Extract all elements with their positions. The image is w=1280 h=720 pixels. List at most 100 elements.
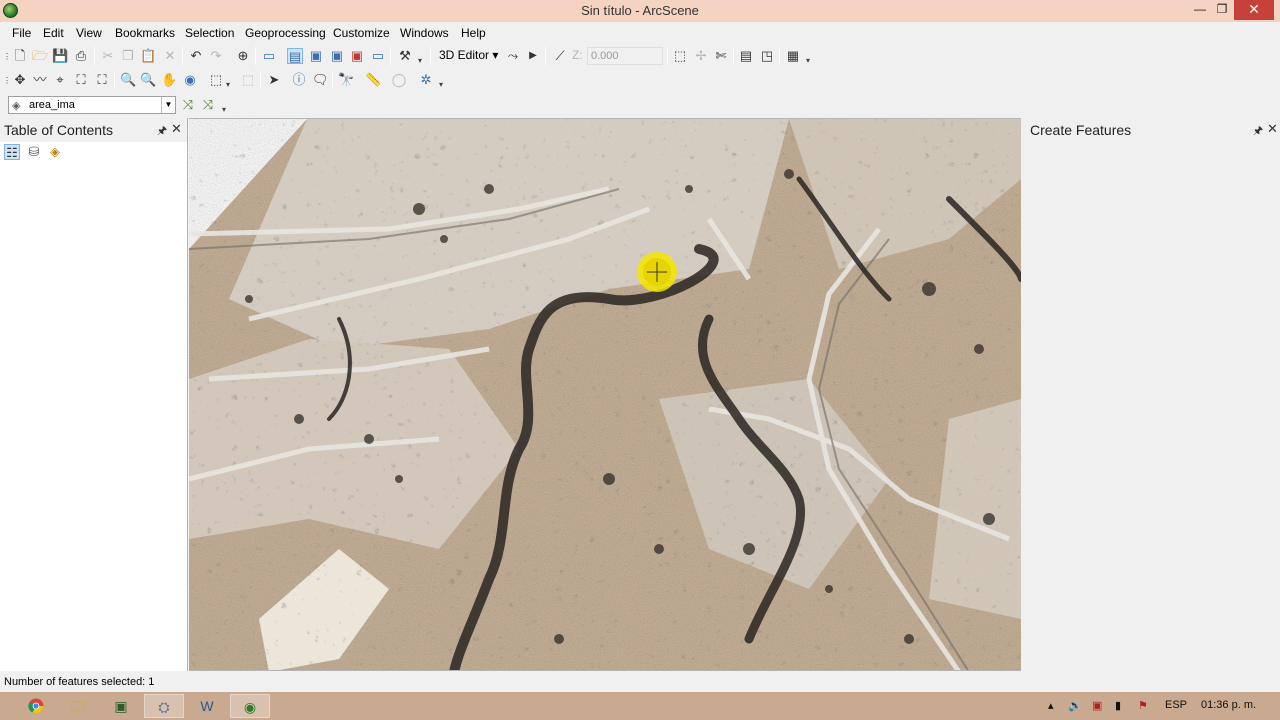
toc-header: Table of Contents 🖈 ✕ [0, 118, 187, 142]
html-popup-icon[interactable]: 🗨 [312, 72, 329, 88]
animation-icon[interactable]: ▣ [349, 48, 365, 64]
battery-icon[interactable]: ▮ [1115, 699, 1121, 712]
3d-editor-menu[interactable]: 3D Editor ▾ [439, 48, 498, 62]
list-by-source-icon[interactable]: ⛁ [26, 144, 42, 160]
maximize-button[interactable]: ❐ [1208, 0, 1236, 20]
set-observer-icon[interactable]: ⛶ [94, 72, 110, 88]
create-features-icon[interactable]: ▦ [785, 48, 801, 64]
menu-geoprocessing[interactable]: Geoprocessing [245, 26, 326, 40]
toolbox-icon[interactable]: ⚒ [397, 48, 413, 64]
center-target-icon[interactable]: ⌖ [52, 72, 68, 88]
layout-icon[interactable]: ▭ [370, 48, 386, 64]
select-features-icon[interactable]: ⬚ [208, 72, 224, 88]
measure-icon[interactable]: 📏 [365, 72, 381, 88]
menu-help[interactable]: Help [461, 26, 486, 40]
fly-icon[interactable]: 〰 [32, 72, 48, 88]
selected-feature-marker [637, 252, 677, 292]
find-icon[interactable]: 🔭 [338, 72, 354, 88]
delete-icon[interactable]: ✕ [162, 48, 178, 64]
window-view-icon[interactable]: ▣ [329, 48, 345, 64]
pan-icon[interactable]: ✋ [161, 72, 177, 88]
open-folder-icon[interactable]: 🗁 [32, 48, 48, 64]
layer-tool-icon[interactable]: ⤨ [180, 97, 196, 113]
scene-properties-icon[interactable]: ▭ [261, 48, 277, 64]
menu-windows[interactable]: Windows [400, 26, 449, 40]
scene-view[interactable] [189, 118, 1021, 671]
cut-icon[interactable]: ✂ [100, 48, 116, 64]
word-icon[interactable]: W [187, 694, 227, 718]
new-document-icon[interactable]: 🗋 [12, 48, 28, 64]
toolbar-overflow-3[interactable]: ▾ [439, 78, 445, 92]
scene-layer-icon[interactable]: ✲ [418, 72, 434, 88]
language-indicator[interactable]: ESP [1165, 699, 1187, 711]
zoom-to-target-icon[interactable]: ⛶ [73, 72, 89, 88]
menu-selection[interactable]: Selection [185, 26, 234, 40]
action-center-icon[interactable]: ⚑ [1138, 699, 1148, 712]
identify-icon[interactable]: ⓘ [291, 72, 307, 88]
edit-annotation-icon[interactable]: ▶ [525, 48, 541, 64]
navigate-icon[interactable]: ✥ [12, 72, 28, 88]
zoom-in-icon[interactable]: 🔍 [120, 72, 136, 88]
volume-icon[interactable]: 🔊 [1068, 699, 1082, 712]
toc-title: Table of Contents [4, 122, 113, 138]
layer-settings-icon[interactable]: ⤨ [200, 97, 216, 113]
target-layer-dropdown[interactable]: ◈ area_ima ▼ [8, 96, 176, 114]
pin-icon[interactable]: 🖈 [1253, 122, 1263, 141]
select-dropdown[interactable]: ▾ [226, 78, 232, 92]
full-extent-icon[interactable]: ◉ [182, 72, 198, 88]
create-features-panel: Create Features 🖈 ✕ [1026, 118, 1280, 671]
reshape-icon[interactable]: ✢ [693, 48, 709, 64]
network-icon[interactable]: ▣ [1092, 699, 1102, 712]
view-button-icon[interactable]: ▣ [308, 48, 324, 64]
list-by-visibility-icon[interactable]: ◈ [47, 144, 63, 160]
toolbar-grip-2[interactable]: ⋮ [3, 74, 11, 88]
toolbar-overflow[interactable]: ▾ [418, 54, 424, 68]
chevron-down-icon[interactable]: ▼ [161, 97, 175, 113]
status-bar: Number of features selected: 1 [0, 671, 1280, 692]
toolbar-overflow-2[interactable]: ▾ [806, 54, 812, 68]
narrow-target-icon[interactable]: ◯ [391, 72, 407, 88]
edit-tool-icon[interactable]: ⤳ [505, 48, 521, 64]
target-layer-value: area_ima [29, 99, 75, 111]
pin-icon[interactable]: 🖈 [157, 122, 167, 141]
redo-icon[interactable]: ↷ [208, 48, 224, 64]
z-label: Z: [572, 48, 583, 62]
toolbar-overflow-4[interactable]: ▾ [222, 103, 228, 117]
close-icon[interactable]: ✕ [1267, 121, 1278, 137]
clock[interactable]: 01:36 p. m. [1201, 699, 1256, 711]
menu-view[interactable]: View [76, 26, 102, 40]
file-explorer-icon[interactable]: 🗀 [58, 694, 98, 718]
close-button[interactable]: ✕ [1234, 0, 1274, 20]
chrome-taskbar-item[interactable] [16, 694, 56, 718]
menu-edit[interactable]: Edit [43, 26, 64, 40]
select-elements-icon[interactable]: ➤ [266, 72, 282, 88]
menu-customize[interactable]: Customize [333, 26, 390, 40]
menu-bookmarks[interactable]: Bookmarks [115, 26, 175, 40]
straight-segment-icon[interactable]: ⟋ [552, 48, 568, 64]
attributes-icon[interactable]: ▤ [738, 48, 754, 64]
edit-vertices-icon[interactable]: ⬚ [672, 48, 688, 64]
toolbar-grip[interactable]: ⋮ [3, 50, 11, 64]
close-icon[interactable]: ✕ [171, 121, 182, 137]
list-by-drawing-order-icon[interactable]: ☷ [4, 144, 20, 160]
window-title: Sin título - ArcScene [581, 3, 699, 18]
save-icon[interactable]: 💾 [52, 48, 68, 64]
undo-icon[interactable]: ↶ [188, 48, 204, 64]
clear-selection-icon[interactable]: ⬚ [240, 72, 256, 88]
show-hidden-icons-icon[interactable]: ▴ [1048, 699, 1054, 712]
layer-icon: ◈ [12, 100, 21, 112]
menu-file[interactable]: File [12, 26, 31, 40]
arccatalog-icon[interactable]: ▣ [101, 694, 141, 718]
full-extent-view-icon[interactable]: ▤ [287, 48, 303, 64]
copy-icon[interactable]: ❐ [120, 48, 136, 64]
print-icon[interactable]: ⎙ [73, 48, 89, 64]
arcscene-taskbar-icon[interactable]: ◉ [230, 694, 270, 718]
add-data-icon[interactable]: ⊕ [235, 48, 251, 64]
create-features-title: Create Features [1030, 122, 1132, 138]
sketch-properties-icon[interactable]: ◳ [759, 48, 775, 64]
cut-polygons-icon[interactable]: ✄ [713, 48, 729, 64]
paste-icon[interactable]: 📋 [140, 48, 156, 64]
z-value-field[interactable]: 0.000 [587, 47, 663, 65]
zoom-out-icon[interactable]: 🔍 [140, 72, 156, 88]
arcmap-icon[interactable]: ⛭ [144, 694, 184, 718]
